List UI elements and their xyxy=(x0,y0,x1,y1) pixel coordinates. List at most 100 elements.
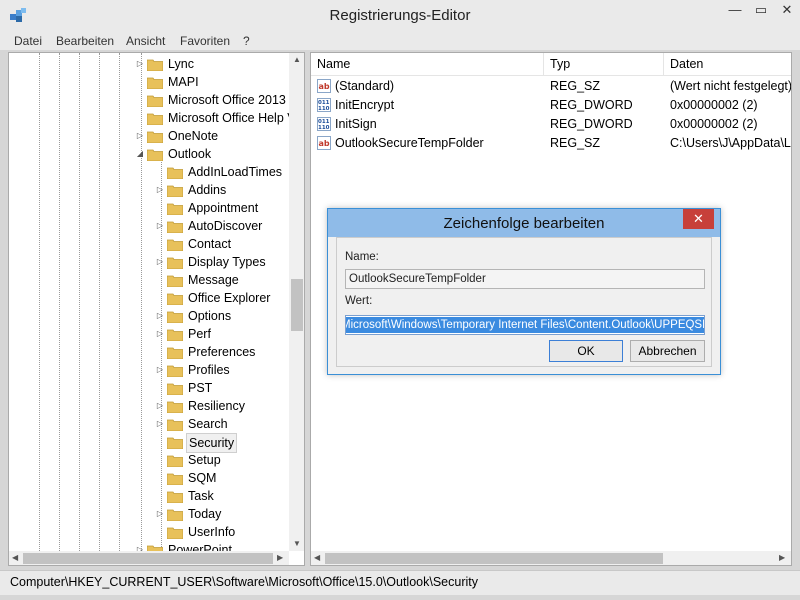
folder-icon xyxy=(167,203,183,215)
tree-item[interactable]: ▷ PowerPoint xyxy=(9,541,289,551)
expand-icon[interactable]: ▷ xyxy=(155,361,165,379)
menu-ansicht[interactable]: Ansicht xyxy=(126,32,165,50)
expand-icon[interactable]: ▷ xyxy=(155,181,165,199)
expand-icon[interactable]: ▷ xyxy=(135,127,145,145)
value-row[interactable]: 011 110 InitEncrypt REG_DWORD 0x00000002 (2) xyxy=(311,96,791,115)
key-tree-pane[interactable]: ▷ Lync MAPI Microsoft Office 2013 Microsoft … xyxy=(8,52,305,566)
menu-help[interactable]: ? xyxy=(243,32,250,50)
tree-item-label: Perf xyxy=(188,327,211,341)
tree-item[interactable]: ▷ Perf xyxy=(9,325,289,343)
expand-icon[interactable]: ▷ xyxy=(155,397,165,415)
minimize-button[interactable]: — xyxy=(722,0,748,22)
expand-icon[interactable]: ▷ xyxy=(155,505,165,523)
folder-icon xyxy=(147,545,163,551)
tree-item-label: Task xyxy=(188,489,214,503)
tree-item[interactable]: Office Explorer xyxy=(9,289,289,307)
tree-item-label: Office Explorer xyxy=(188,291,271,305)
folder-icon xyxy=(147,131,163,143)
column-data[interactable]: Daten xyxy=(664,53,791,75)
tree-vertical-scrollbar[interactable]: ▲ ▼ xyxy=(289,53,304,551)
expand-icon[interactable]: ▷ xyxy=(155,325,165,343)
tree-item[interactable]: Setup xyxy=(9,451,289,469)
tree-item-label: Setup xyxy=(188,453,221,467)
tree-item-label: Resiliency xyxy=(188,399,245,413)
folder-icon xyxy=(167,491,183,503)
dialog-title-bar[interactable]: Zeichenfolge bearbeiten ✕ xyxy=(328,209,720,237)
column-type[interactable]: Typ xyxy=(544,53,664,75)
tree-item-label: Microsoft Office 2013 xyxy=(168,93,286,107)
tree-item[interactable]: ▷ Search xyxy=(9,415,289,433)
scroll-left-icon[interactable]: ◀ xyxy=(12,553,18,562)
tree-item[interactable]: Preferences xyxy=(9,343,289,361)
tree-item[interactable]: Message xyxy=(9,271,289,289)
collapse-icon[interactable]: ◢ xyxy=(135,145,145,163)
scroll-left-icon[interactable]: ◀ xyxy=(314,553,320,562)
tree-item[interactable]: ▷ Options xyxy=(9,307,289,325)
value-row[interactable]: 011 110 InitSign REG_DWORD 0x00000002 (2) xyxy=(311,115,791,134)
tree-item-label: Options xyxy=(188,309,232,323)
expand-icon[interactable]: ▷ xyxy=(155,307,165,325)
svg-text:110: 110 xyxy=(318,106,330,112)
tree-item[interactable]: UserInfo xyxy=(9,523,289,541)
tree-item[interactable]: ▷ Lync xyxy=(9,55,289,73)
tree-item-label: Outlook xyxy=(168,147,212,161)
tree-item-label: Profiles xyxy=(188,363,230,377)
scroll-right-icon[interactable]: ▶ xyxy=(779,553,785,562)
tree-item[interactable]: Microsoft Office 2013 xyxy=(9,91,289,109)
expand-icon[interactable]: ▷ xyxy=(155,217,165,235)
expand-icon[interactable]: ▷ xyxy=(155,415,165,433)
list-hscroll-thumb[interactable] xyxy=(325,553,663,564)
tree-item[interactable]: Task xyxy=(9,487,289,505)
scroll-right-icon[interactable]: ▶ xyxy=(277,553,283,562)
tree-item[interactable]: ▷ Resiliency xyxy=(9,397,289,415)
tree-item[interactable]: MAPI xyxy=(9,73,289,91)
tree-item[interactable]: ▷ Addins xyxy=(9,181,289,199)
scroll-up-icon[interactable]: ▲ xyxy=(293,55,301,64)
string-value-icon: ab xyxy=(317,136,331,150)
list-horizontal-scrollbar[interactable]: ◀ ▶ xyxy=(311,551,791,565)
value-name: OutlookSecureTempFolder xyxy=(335,136,484,150)
maximize-button[interactable]: ▭ xyxy=(748,0,774,22)
folder-icon xyxy=(167,221,183,233)
folder-icon xyxy=(167,293,183,305)
dword-value-icon: 011110 xyxy=(317,98,331,112)
tree-item[interactable]: PST xyxy=(9,379,289,397)
tree-item[interactable]: Microsoft Office Help V xyxy=(9,109,289,127)
menu-favoriten[interactable]: Favoriten xyxy=(180,32,230,50)
expand-icon[interactable]: ▷ xyxy=(135,541,145,551)
tree-item[interactable]: Contact xyxy=(9,235,289,253)
tree-item[interactable]: SQM xyxy=(9,469,289,487)
folder-icon xyxy=(167,257,183,269)
cancel-button[interactable]: Abbrechen xyxy=(630,340,705,362)
folder-icon xyxy=(167,401,183,413)
close-button[interactable]: ✕ xyxy=(774,0,800,22)
tree-item[interactable]: ▷ Profiles xyxy=(9,361,289,379)
expand-icon[interactable]: ▷ xyxy=(135,55,145,73)
tree-hscroll-thumb[interactable] xyxy=(23,553,273,564)
folder-icon xyxy=(147,149,163,161)
ok-button[interactable]: OK xyxy=(549,340,623,362)
folder-icon xyxy=(167,383,183,395)
column-name[interactable]: Name xyxy=(311,53,544,75)
tree-item[interactable]: Appointment xyxy=(9,199,289,217)
menu-datei[interactable]: Datei xyxy=(14,32,42,50)
menu-bar: Datei Bearbeiten Ansicht Favoriten ? xyxy=(0,32,800,50)
tree-item[interactable]: AddInLoadTimes xyxy=(9,163,289,181)
tree-item[interactable]: Security xyxy=(9,433,289,453)
value-row[interactable]: ab OutlookSecureTempFolder REG_SZ C:\Users\… xyxy=(311,134,791,153)
scroll-down-icon[interactable]: ▼ xyxy=(293,539,301,548)
value-row[interactable]: ab (Standard) REG_SZ (Wert nicht festgelegt… xyxy=(311,77,791,96)
expand-icon[interactable]: ▷ xyxy=(155,253,165,271)
dialog-close-button[interactable]: ✕ xyxy=(683,209,714,229)
menu-bearbeiten[interactable]: Bearbeiten xyxy=(56,32,114,50)
tree-item[interactable]: ▷ Display Types xyxy=(9,253,289,271)
tree-item[interactable]: ▷ Today xyxy=(9,505,289,523)
tree-scroll-thumb[interactable] xyxy=(291,279,303,331)
tree-item[interactable]: ▷ AutoDiscover xyxy=(9,217,289,235)
tree-horizontal-scrollbar[interactable]: ◀ ▶ xyxy=(9,551,289,565)
tree-item[interactable]: ▷ OneNote xyxy=(9,127,289,145)
list-header: Name Typ Daten xyxy=(311,53,791,76)
value-field[interactable]: Microsoft\Windows\Temporary Internet Fil… xyxy=(345,315,705,335)
tree-item[interactable]: ◢ Outlook xyxy=(9,145,289,163)
tree-item-label: Security xyxy=(186,433,238,453)
